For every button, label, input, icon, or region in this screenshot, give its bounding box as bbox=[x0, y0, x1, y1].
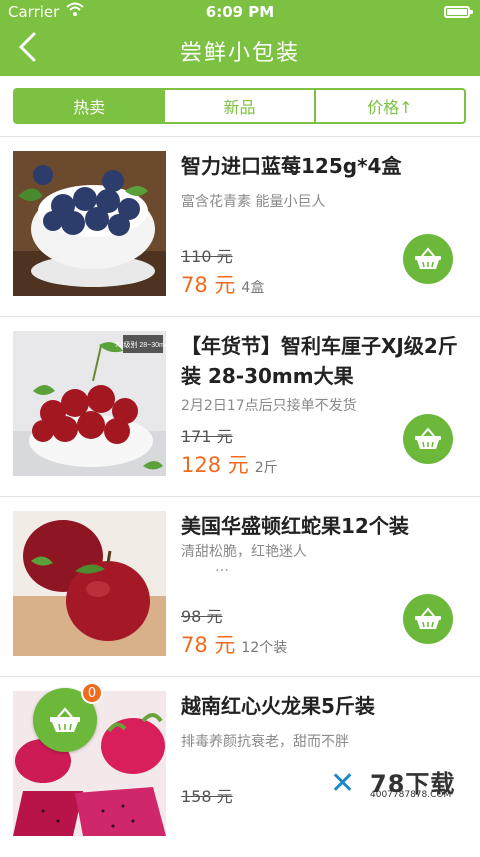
image-tag: XJ级别 28~30mm bbox=[115, 340, 166, 349]
page-title: 尝鲜小包装 bbox=[179, 41, 300, 66]
current-price-value: 78 元 bbox=[181, 633, 236, 657]
navigation-bar: 尝鲜小包装 bbox=[0, 24, 480, 76]
basket-icon bbox=[415, 247, 441, 269]
product-name: 美国华盛顿红蛇果12个装 bbox=[181, 514, 409, 538]
product-name: 【年货节】智利车厘子XJ级2斤装 28-30mm大果 bbox=[181, 334, 458, 388]
price-unit: 4盒 bbox=[241, 280, 265, 296]
add-to-cart-button[interactable] bbox=[403, 234, 453, 284]
product-subtitle: 富含花青素 能量小巨人 bbox=[181, 194, 326, 210]
tab-new[interactable]: 新品 bbox=[163, 90, 313, 122]
status-bar: Carrier 6:09 PM bbox=[0, 0, 480, 24]
watermark-phone: 4007787878.COM bbox=[370, 790, 452, 800]
cart-button[interactable]: 0 bbox=[33, 682, 103, 752]
list-item[interactable]: 智力进口蓝莓125g*4盒 富含花青素 能量小巨人 110 元 78 元 4盒 bbox=[0, 137, 480, 317]
current-price: 78 元 12个装 bbox=[181, 629, 287, 659]
current-price-value: 128 元 bbox=[181, 453, 249, 477]
current-price: 128 元 2斤 bbox=[181, 449, 278, 479]
status-time: 6:09 PM bbox=[205, 3, 275, 21]
list-item[interactable]: 美国华盛顿红蛇果12个装 清甜松脆，红艳迷人 … 98 元 78 元 12个装 bbox=[0, 497, 480, 677]
product-name: 越南红心火龙果5斤装 bbox=[181, 694, 375, 718]
original-price: 110 元 bbox=[181, 247, 233, 266]
product-subtitle: 2月2日17点后只接单不发货 bbox=[181, 398, 357, 414]
current-price: 78 元 4盒 bbox=[181, 269, 264, 299]
filter-tabs: 热卖 新品 价格↑ bbox=[13, 88, 466, 124]
more-text: … bbox=[215, 559, 231, 575]
battery-icon bbox=[444, 6, 473, 18]
product-image-blueberries bbox=[13, 151, 166, 296]
basket-icon bbox=[415, 607, 441, 629]
add-to-cart-button[interactable] bbox=[403, 414, 453, 464]
current-price-value: 78 元 bbox=[181, 273, 236, 297]
list-item[interactable]: XJ级别 28~30mm 【年货节】智利车厘子XJ级2斤装 28-30mm大果 … bbox=[0, 317, 480, 497]
original-price: 98 元 bbox=[181, 607, 223, 626]
price-unit: 2斤 bbox=[254, 460, 278, 476]
x-logo-icon: ✕ bbox=[330, 766, 356, 801]
original-price: 171 元 bbox=[181, 427, 233, 446]
product-subtitle: 排毒养颜抗衰老，甜而不胖 bbox=[181, 734, 349, 750]
basket-icon bbox=[50, 707, 80, 732]
basket-icon bbox=[415, 427, 441, 449]
product-name: 智力进口蓝莓125g*4盒 bbox=[181, 154, 402, 178]
product-image-red-apples bbox=[13, 511, 166, 656]
watermark-logo: ✕ 78下载 4007787878.COM bbox=[330, 764, 480, 801]
top-bar: Carrier 6:09 PM 尝鲜小包装 bbox=[0, 0, 480, 76]
tab-price[interactable]: 价格↑ bbox=[313, 90, 464, 122]
tab-hot[interactable]: 热卖 bbox=[15, 90, 164, 122]
product-subtitle: 清甜松脆，红艳迷人 bbox=[181, 544, 307, 560]
price-unit: 12个装 bbox=[241, 640, 288, 656]
cart-count-badge: 0 bbox=[81, 682, 103, 704]
product-image-cherries: XJ级别 28~30mm bbox=[13, 331, 166, 476]
add-to-cart-button[interactable] bbox=[403, 594, 453, 644]
original-price: 158 元 bbox=[181, 787, 233, 806]
